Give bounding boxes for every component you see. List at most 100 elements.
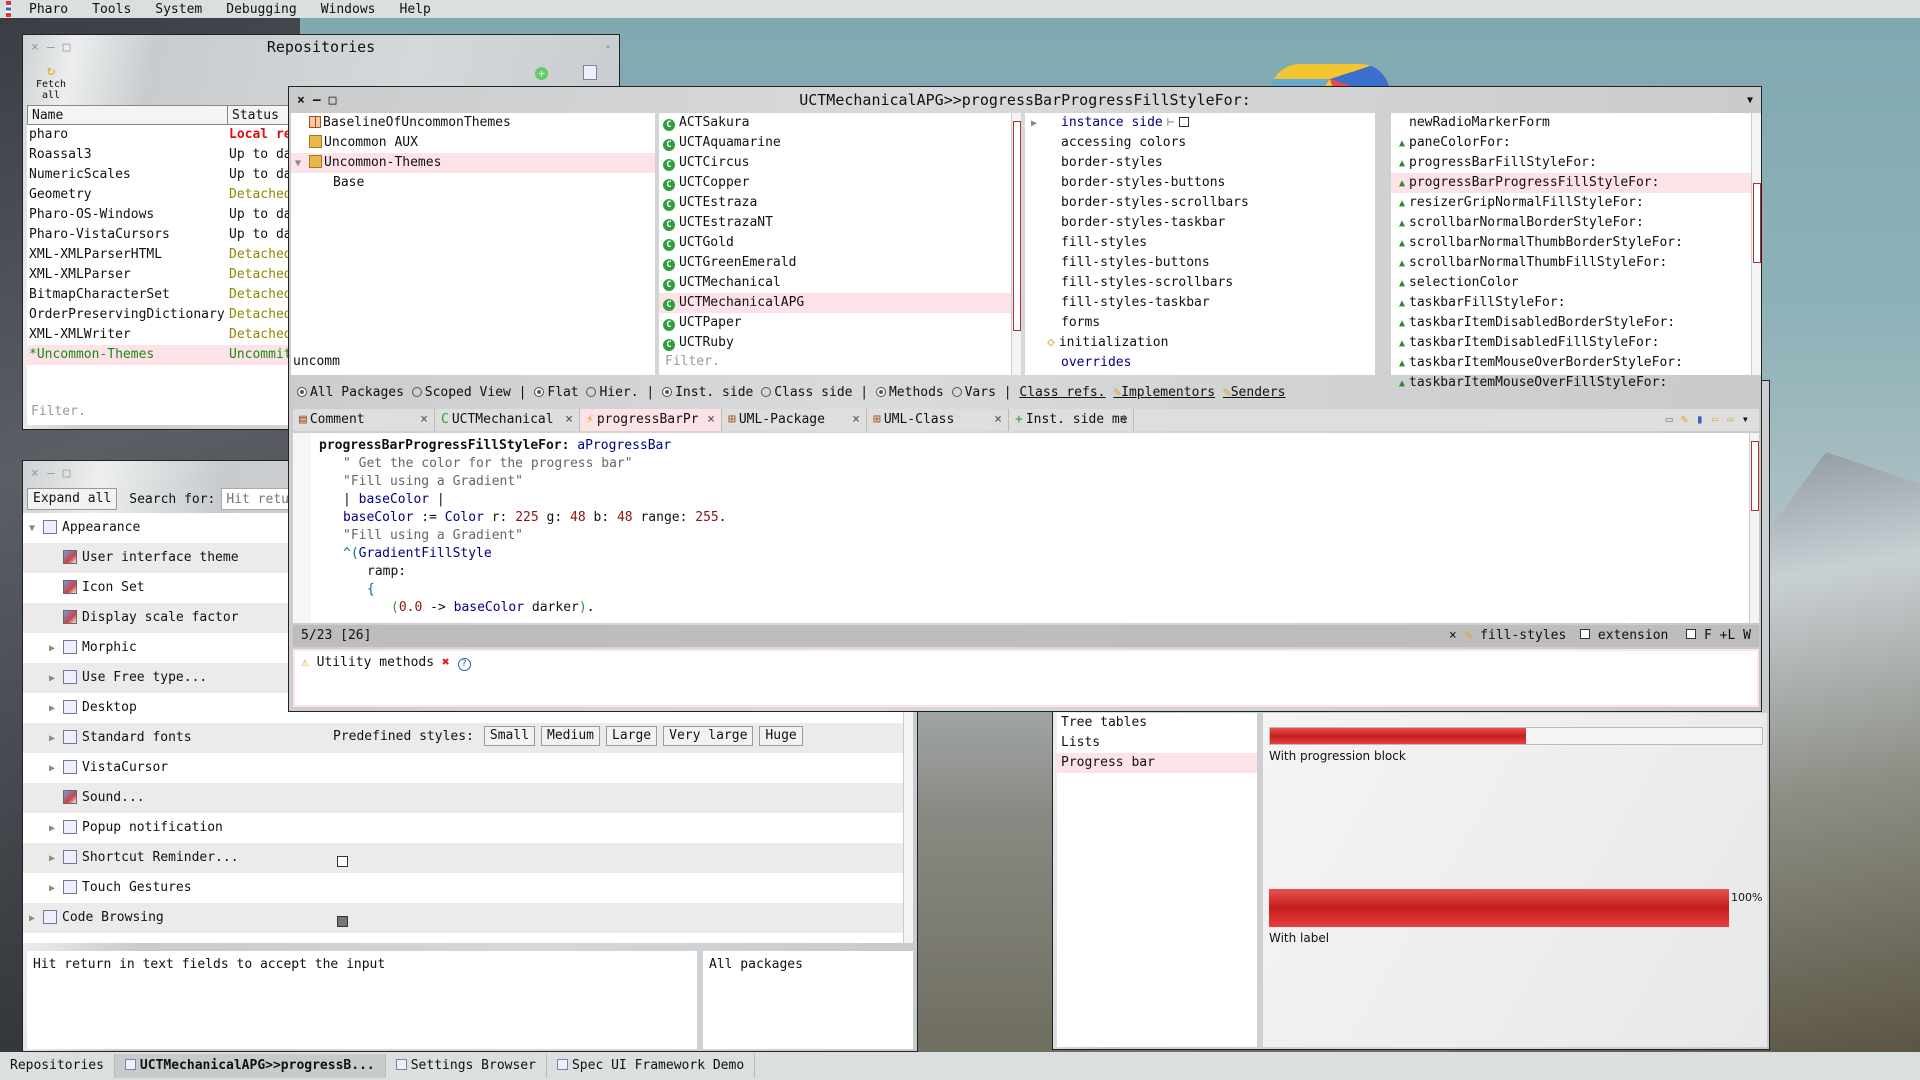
vars-radio[interactable]: Vars	[951, 385, 996, 400]
close-icon[interactable]: ×	[1119, 409, 1127, 431]
taskbar-item[interactable]: UCTMechanicalAPG>>progressB...	[114, 1054, 386, 1078]
table-row[interactable]: OrderPreservingDictionary Detached	[27, 305, 297, 325]
triangle-right-icon[interactable]: ▶	[49, 634, 63, 663]
table-row[interactable]: Pharo-OS-Windows Up to da	[27, 205, 297, 225]
inst-side-radio[interactable]: Inst. side	[662, 385, 753, 400]
method-item[interactable]: ▲ scrollbarNormalThumbFillStyleFor:	[1391, 253, 1761, 273]
method-item[interactable]: ▲ progressBarProgressFillStyleFor:	[1391, 173, 1761, 193]
table-row[interactable]: XML-XMLWriter Detached	[27, 325, 297, 345]
settings-icon[interactable]	[583, 65, 597, 80]
column-name[interactable]: Name	[28, 106, 228, 124]
demo-list-item[interactable]: Tree tables	[1057, 713, 1257, 733]
add-repository-icon[interactable]: +	[535, 67, 548, 80]
method-item[interactable]: ▲ taskbarItemDisabledBorderStyleFor:	[1391, 313, 1761, 333]
chevron-down-icon[interactable]: ▾	[1742, 412, 1749, 426]
protocol-item[interactable]: border-styles-taskbar	[1025, 213, 1375, 233]
demo-list-item[interactable]: Progress bar	[1057, 753, 1257, 773]
close-icon[interactable]: ×	[565, 409, 573, 431]
maximize-icon[interactable]: □	[329, 93, 337, 108]
table-row[interactable]: Roassal3 Up to da	[27, 145, 297, 165]
class-item[interactable]: C ACTSakura	[659, 113, 1021, 133]
menu-tools[interactable]: Tools	[80, 2, 143, 17]
method-item[interactable]: ▲ taskbarItemDisabledFillStyleFor:	[1391, 333, 1761, 353]
close-icon[interactable]: ×	[297, 93, 305, 108]
protocol-item[interactable]: border-styles-buttons	[1025, 173, 1375, 193]
close-icon[interactable]: ×	[31, 40, 39, 55]
wand-icon[interactable]: ✎	[1681, 412, 1688, 426]
protocol-item[interactable]: overrides	[1025, 353, 1375, 373]
editor-tab[interactable]: ⊞ UML-Package ×	[722, 409, 867, 431]
flat-radio[interactable]: Flat	[534, 385, 579, 400]
menu-windows[interactable]: Windows	[309, 2, 388, 17]
protocol-item[interactable]: border-styles	[1025, 153, 1375, 173]
triangle-down-icon[interactable]: ▼	[29, 514, 43, 543]
protocol-item[interactable]: ▶ instance side ⊢	[1025, 113, 1375, 133]
senders-button[interactable]: ✎Senders	[1223, 385, 1286, 400]
maximize-icon[interactable]: □	[63, 40, 71, 55]
shortcut-reminder-checkbox[interactable]	[337, 916, 348, 927]
help-icon[interactable]: ?	[457, 658, 471, 671]
class-item[interactable]: C UCTGreenEmerald	[659, 253, 1021, 273]
classes-scrollbar[interactable]	[1011, 113, 1021, 375]
class-side-radio[interactable]: Class side	[761, 385, 852, 400]
method-item[interactable]: ▲ scrollbarNormalThumbBorderStyleFor:	[1391, 233, 1761, 253]
table-row[interactable]: Geometry Detached	[27, 185, 297, 205]
close-icon[interactable]: ×	[852, 409, 860, 431]
editor-tab[interactable]: ⚡ progressBarPr ×	[580, 409, 722, 431]
method-item[interactable]: ▲ taskbarItemMouseOverBorderStyleFor:	[1391, 353, 1761, 373]
table-row[interactable]: NumericScales Up to da	[27, 165, 297, 185]
protocol-item[interactable]: border-styles-scrollbars	[1025, 193, 1375, 213]
pharo-logo-icon[interactable]	[6, 1, 11, 17]
methods-radio[interactable]: Methods	[875, 385, 944, 400]
window-menu-icon[interactable]: ▾	[605, 42, 611, 53]
triangle-right-icon[interactable]: ▶	[49, 664, 63, 693]
protocol-item[interactable]: fill-styles-taskbar	[1025, 293, 1375, 313]
class-item[interactable]: C UCTMechanical	[659, 273, 1021, 293]
protocol-item[interactable]: fill-styles-scrollbars	[1025, 273, 1375, 293]
taskbar-item[interactable]: Repositories	[0, 1054, 115, 1078]
class-filter-input[interactable]: Filter.	[665, 354, 720, 369]
settings-tree-item[interactable]: ▶ Touch Gestures	[23, 873, 913, 903]
taskbar-item[interactable]: Settings Browser	[386, 1054, 547, 1078]
class-item[interactable]: C UCTRuby	[659, 333, 1021, 353]
remove-protocol-icon[interactable]: ×	[1449, 628, 1457, 643]
book-icon[interactable]: ▮	[1696, 412, 1703, 426]
table-row[interactable]: pharo Local re	[27, 125, 297, 145]
class-item[interactable]: C UCTGold	[659, 233, 1021, 253]
menu-system[interactable]: System	[143, 2, 214, 17]
minimize-icon[interactable]: –	[313, 93, 321, 108]
method-item[interactable]: newRadioMarkerForm	[1391, 113, 1761, 133]
protocol-item[interactable]: forms	[1025, 313, 1375, 333]
hierarchy-icon[interactable]: ⊢	[1167, 115, 1175, 130]
fetch-all-button[interactable]: ↻ Fetch all	[29, 63, 73, 101]
format-checkbox[interactable]	[1686, 629, 1697, 639]
minimize-icon[interactable]: –	[47, 40, 55, 55]
predefined-style-button[interactable]: Huge	[759, 726, 803, 746]
protocol-item[interactable]: accessing colors	[1025, 133, 1375, 153]
class-item[interactable]: C UCTMechanicalAPG	[659, 293, 1021, 313]
package-item[interactable]: Base	[291, 173, 655, 193]
class-item[interactable]: C UCTEstrazaNT	[659, 213, 1021, 233]
close-icon[interactable]: ×	[420, 409, 428, 431]
predefined-style-button[interactable]: Small	[483, 726, 536, 746]
method-item[interactable]: ▲ paneColorFor:	[1391, 133, 1761, 153]
class-item[interactable]: C UCTCircus	[659, 153, 1021, 173]
window-menu-icon[interactable]: ▼	[1747, 95, 1753, 106]
sound-checkbox[interactable]	[337, 856, 348, 867]
close-icon[interactable]: ×	[994, 409, 1002, 431]
triangle-right-icon[interactable]: ▶	[49, 874, 63, 903]
settings-tree-item[interactable]: ▶ Code Browsing	[23, 903, 913, 933]
repositories-filter[interactable]: Filter.	[31, 404, 86, 419]
method-item[interactable]: ▲ progressBarFillStyleFor:	[1391, 153, 1761, 173]
repositories-titlebar[interactable]: × – □ Repositories ▾	[23, 35, 619, 59]
method-item[interactable]: ▲ scrollbarNormalBorderStyleFor:	[1391, 213, 1761, 233]
triangle-right-icon[interactable]: ▶	[49, 844, 63, 873]
table-row[interactable]: BitmapCharacterSet Detached	[27, 285, 297, 305]
class-item[interactable]: C UCTPaper	[659, 313, 1021, 333]
methods-scrollbar[interactable]	[1751, 113, 1761, 375]
class-item[interactable]: C UCTCopper	[659, 173, 1021, 193]
menu-pharo[interactable]: Pharo	[17, 2, 80, 17]
critic-label[interactable]: Utility methods	[317, 655, 434, 670]
ban-icon[interactable]: ✖	[442, 655, 450, 670]
close-icon[interactable]: ×	[31, 466, 39, 481]
